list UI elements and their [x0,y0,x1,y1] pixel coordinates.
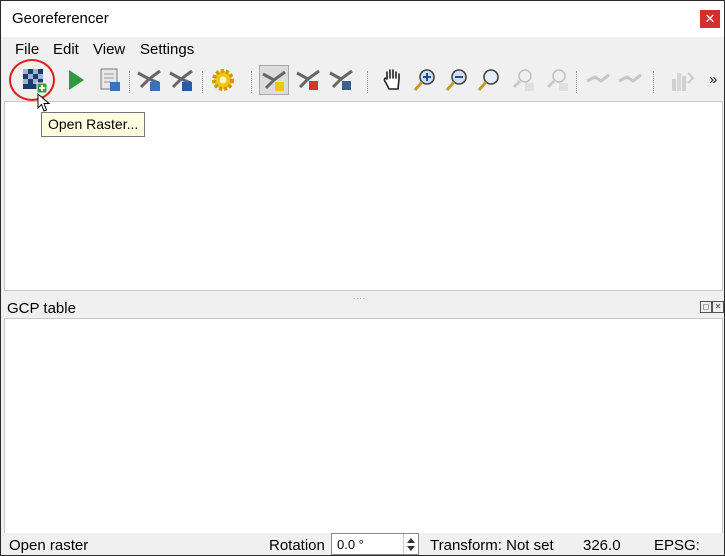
link-qgis-icon [618,73,642,83]
window-title: Georeferencer [12,10,109,27]
status-bar: Open raster Rotation 0.0 ° Transform: No… [1,533,724,555]
toolbar-separator [129,71,131,93]
georeferencer-window: Georeferencer ✕ File Edit View Settings [0,0,725,556]
toolbar: » [1,63,724,99]
pan-button[interactable] [378,65,408,95]
toolbar-separator [251,71,253,93]
generate-gdal-script-button[interactable] [95,65,125,95]
tooltip: Open Raster... [41,112,146,137]
move-point-icon [329,69,353,90]
mouse-cursor-icon [37,93,51,112]
rotation-spinbox[interactable]: 0.0 ° [331,533,419,555]
epsg-label[interactable]: EPSG: [654,537,700,554]
menu-settings[interactable]: Settings [140,41,194,58]
move-gcp-point-button[interactable] [327,65,357,95]
zoom-in-icon [413,69,435,91]
toolbar-separator [202,71,204,93]
save-gcp-icon [169,69,193,91]
zoom-in-button[interactable] [411,65,441,95]
transform-status: Transform: Not set [430,537,554,554]
toolbar-separator [653,71,655,93]
zoom-last-icon [512,69,534,91]
zoom-next-button[interactable] [543,65,573,95]
load-gcp-icon [137,69,161,91]
toolbar-separator [576,71,578,93]
menu-edit[interactable]: Edit [53,41,79,58]
dock-float-button[interactable]: ◻ [700,301,712,313]
link-geo-icon [586,73,610,83]
toolbar-separator [367,71,369,93]
spin-up-icon[interactable] [407,538,415,543]
coordinate-readout: 326.0 [583,537,621,554]
save-gcp-points-button[interactable] [167,65,197,95]
delete-point-icon [296,69,320,90]
toolbar-overflow-button[interactable]: » [709,71,717,88]
zoom-out-icon [445,69,467,91]
zoom-last-button[interactable] [509,65,539,95]
window-close-button[interactable]: ✕ [700,10,720,28]
full-histogram-stretch-button[interactable] [666,65,696,95]
link-qgis-to-georeferencer-button[interactable] [615,65,645,95]
start-georeferencing-button[interactable] [61,65,91,95]
zoom-out-button[interactable] [443,65,473,95]
rotation-value: 0.0 ° [337,537,364,552]
load-gcp-points-button[interactable] [135,65,165,95]
title-bar[interactable]: Georeferencer ✕ [1,1,724,37]
gear-icon [212,69,234,91]
zoom-to-layer-button[interactable] [475,65,505,95]
zoom-next-icon [546,69,568,91]
gcp-dock-header: GCP table ◻ ✕ [1,298,724,318]
spin-down-icon[interactable] [407,546,415,551]
link-georeferencer-to-qgis-button[interactable] [583,65,613,95]
add-point-icon [262,70,286,91]
menu-bar: File Edit View Settings [1,39,724,61]
gcp-table[interactable] [4,318,723,534]
rotation-label: Rotation [269,537,325,554]
histogram-icon [672,72,695,91]
status-message: Open raster [9,537,89,554]
delete-point-button[interactable] [294,65,324,95]
hand-icon [383,69,400,90]
rotation-stepper[interactable] [403,534,418,554]
menu-view[interactable]: View [93,41,125,58]
zoom-layer-icon [477,69,499,91]
transformation-settings-button[interactable] [208,65,238,95]
gcp-table-title: GCP table [7,300,76,317]
menu-file[interactable]: File [15,41,39,58]
script-icon [100,68,120,91]
play-icon [69,70,84,90]
dock-close-button[interactable]: ✕ [712,301,724,313]
add-point-button[interactable] [259,65,289,95]
